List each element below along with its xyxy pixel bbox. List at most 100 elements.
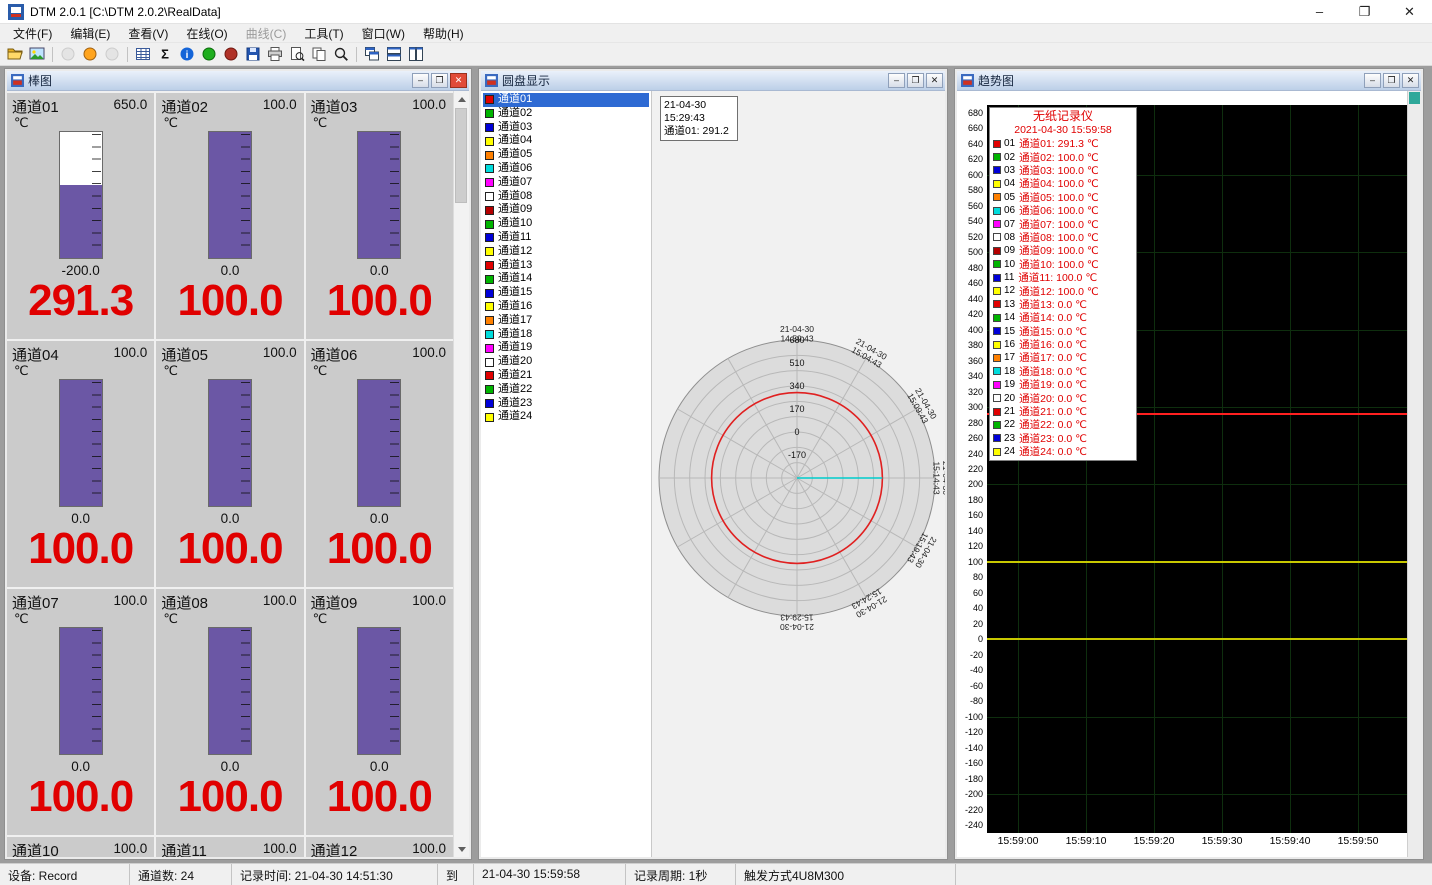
minimize-button[interactable]: – [1297, 0, 1342, 23]
ball-orange-icon[interactable] [79, 44, 101, 64]
legend-channel-number: 13 [1004, 299, 1015, 310]
trend-window-controls: – ❐ ✕ [1364, 73, 1419, 88]
export-image-icon[interactable] [26, 44, 48, 64]
h-gridline [987, 717, 1407, 718]
menu-item-7[interactable]: 窗口(W) [353, 23, 414, 44]
trend-window-restore-button[interactable]: ❐ [1383, 73, 1400, 88]
channel-list-item-24[interactable]: 通道24 [483, 410, 649, 424]
scrollbar-thumb[interactable] [1409, 92, 1420, 104]
trend-window-minimize-button[interactable]: – [1364, 73, 1381, 88]
y-axis-tick: 20 [957, 619, 983, 629]
channel-list-item-08[interactable]: 通道08 [483, 190, 649, 204]
trend-window-scrollbar[interactable] [1407, 91, 1421, 857]
channel-list-item-19[interactable]: 通道19 [483, 341, 649, 355]
scroll-up-icon[interactable] [454, 91, 469, 107]
disc-window-title-bar[interactable]: 圆盘显示 – ❐ ✕ [481, 71, 945, 91]
polar-axis-label: -170 [788, 450, 806, 460]
channel-list-label: 通道23 [498, 397, 532, 411]
channel-list-item-18[interactable]: 通道18 [483, 328, 649, 342]
window-cascade-icon[interactable] [361, 44, 383, 64]
restore-button[interactable]: ❐ [1342, 0, 1387, 23]
ball-red-icon[interactable] [220, 44, 242, 64]
y-axis-tick: 280 [957, 418, 983, 428]
y-axis-tick: 40 [957, 603, 983, 613]
channel-list-item-20[interactable]: 通道20 [483, 355, 649, 369]
x-axis-tick: 15:59:00 [992, 835, 1044, 847]
channel-list-item-14[interactable]: 通道14 [483, 272, 649, 286]
channel-list-label: 通道16 [498, 300, 532, 314]
trend-x-axis: 15:59:0015:59:1015:59:2015:59:3015:59:40… [957, 835, 1407, 851]
trend-window-title-bar[interactable]: 趋势图 – ❐ ✕ [957, 71, 1421, 91]
bar-window-title-bar[interactable]: 棒图 – ❐ ✕ [7, 71, 469, 91]
copy-icon[interactable] [308, 44, 330, 64]
channel-list-item-06[interactable]: 通道06 [483, 162, 649, 176]
channel-list-item-01[interactable]: 通道01 [483, 93, 649, 107]
window-tile-horizontal-icon[interactable] [383, 44, 405, 64]
channel-list-item-05[interactable]: 通道05 [483, 148, 649, 162]
print-icon[interactable] [264, 44, 286, 64]
channel-list-item-12[interactable]: 通道12 [483, 245, 649, 259]
channel-list-item-21[interactable]: 通道21 [483, 369, 649, 383]
info-icon[interactable]: i [176, 44, 198, 64]
channel-list-item-09[interactable]: 通道09 [483, 203, 649, 217]
channel-list-item-10[interactable]: 通道10 [483, 217, 649, 231]
menu-item-8[interactable]: 帮助(H) [414, 23, 473, 44]
window-tile-vertical-icon[interactable] [405, 44, 427, 64]
close-button[interactable]: ✕ [1387, 0, 1432, 23]
channel-list-label: 通道19 [498, 341, 532, 355]
menu-item-3[interactable]: 查看(V) [119, 23, 177, 44]
open-folder-icon[interactable] [4, 44, 26, 64]
channel-list-item-16[interactable]: 通道16 [483, 300, 649, 314]
bar-window-content: 通道01650.0℃-200.0291.3通道02100.0℃0.0100.0通… [7, 91, 469, 857]
scale-max-label: 100.0 [412, 97, 446, 112]
ball-green-icon[interactable] [198, 44, 220, 64]
scrollbar-thumb[interactable] [455, 108, 467, 203]
channel-list-item-15[interactable]: 通道15 [483, 286, 649, 300]
data-table-icon[interactable] [132, 44, 154, 64]
trend-window-title: 趋势图 [978, 72, 1014, 89]
menu-item-6[interactable]: 工具(T) [295, 23, 352, 44]
bar-gauge-track [357, 379, 401, 507]
y-axis-tick: 480 [957, 263, 983, 273]
bar-window-close-button[interactable]: ✕ [450, 73, 467, 88]
channel-color-swatch [485, 206, 494, 215]
legend-row: 20通道20: 0.0 ℃ [990, 391, 1136, 404]
app-title-bar[interactable]: DTM 2.0.1 [C:\DTM 2.0.2\RealData] – ❐ ✕ [0, 0, 1432, 24]
zoom-icon[interactable] [330, 44, 352, 64]
legend-row: 08通道08: 100.0 ℃ [990, 231, 1136, 244]
scroll-down-icon[interactable] [454, 841, 469, 857]
channel-color-swatch [993, 341, 1001, 349]
print-preview-icon[interactable] [286, 44, 308, 64]
menu-item-2[interactable]: 编辑(E) [61, 23, 119, 44]
channel-list-item-04[interactable]: 通道04 [483, 134, 649, 148]
channel-list-item-23[interactable]: 通道23 [483, 397, 649, 411]
menu-item-5[interactable]: 曲线(C) [237, 23, 296, 44]
channel-color-swatch [485, 261, 494, 270]
disc-window-close-button[interactable]: ✕ [926, 73, 943, 88]
channel-list-item-07[interactable]: 通道07 [483, 176, 649, 190]
channel-list-item-03[interactable]: 通道03 [483, 121, 649, 135]
trend-window-close-button[interactable]: ✕ [1402, 73, 1419, 88]
bar-window-restore-button[interactable]: ❐ [431, 73, 448, 88]
channel-list-item-17[interactable]: 通道17 [483, 314, 649, 328]
save-icon[interactable] [242, 44, 264, 64]
channel-list-label: 通道02 [498, 107, 532, 121]
legend-row: 10通道10: 100.0 ℃ [990, 258, 1136, 271]
disc-window-minimize-button[interactable]: – [888, 73, 905, 88]
bar-gauge-grid: 通道01650.0℃-200.0291.3通道02100.0℃0.0100.0通… [7, 93, 453, 857]
legend-row: 18通道18: 0.0 ℃ [990, 365, 1136, 378]
channel-list-item-02[interactable]: 通道02 [483, 107, 649, 121]
menu-item-1[interactable]: 文件(F) [4, 23, 61, 44]
bar-window-minimize-button[interactable]: – [412, 73, 429, 88]
sigma-icon[interactable]: Σ [154, 44, 176, 64]
bar-gauge-track [208, 627, 252, 755]
menu-item-4[interactable]: 在线(O) [177, 23, 236, 44]
channel-color-swatch [485, 123, 494, 132]
channel-color-swatch [485, 358, 494, 367]
y-axis-tick: -220 [957, 805, 983, 815]
channel-list-item-13[interactable]: 通道13 [483, 259, 649, 273]
channel-list-item-22[interactable]: 通道22 [483, 383, 649, 397]
disc-window-restore-button[interactable]: ❐ [907, 73, 924, 88]
bar-window-scrollbar[interactable] [453, 91, 469, 857]
channel-list-item-11[interactable]: 通道11 [483, 231, 649, 245]
